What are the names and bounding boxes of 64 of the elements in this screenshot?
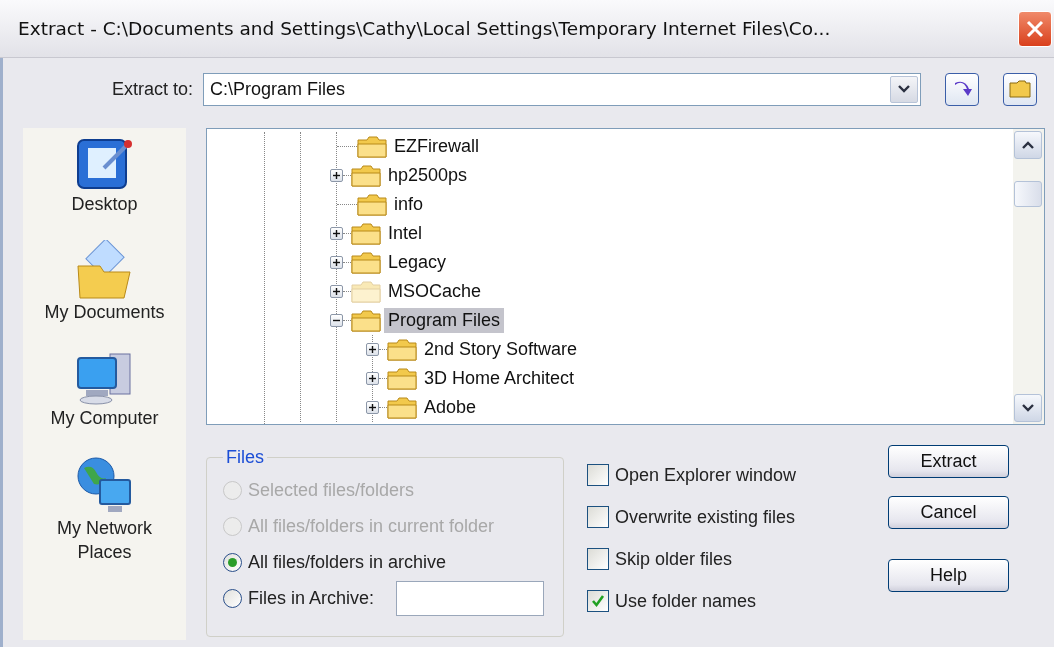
folder-button[interactable]: [1003, 72, 1037, 106]
window-title: Extract - C:\Documents and Settings\Cathy\Local Settings\Temporary Internet Files\Co...: [18, 18, 831, 39]
plus-icon: [332, 229, 341, 238]
close-icon: [1026, 19, 1044, 38]
radio-option[interactable]: All files/folders in archive: [223, 544, 549, 580]
checkbox-option[interactable]: Open Explorer window: [587, 454, 888, 496]
path-input[interactable]: C:\Program Files: [208, 77, 890, 101]
expand-button[interactable]: [330, 169, 343, 182]
curved-arrow-button[interactable]: [945, 72, 979, 106]
checkbox[interactable]: [587, 506, 609, 528]
folder-name[interactable]: Intel: [384, 221, 427, 246]
folder-name[interactable]: Legacy: [384, 250, 451, 275]
chevron-down-icon: [898, 85, 910, 93]
folder-name[interactable]: info: [390, 192, 428, 217]
plus-icon: [368, 403, 377, 412]
scroll-up-button[interactable]: [1014, 131, 1042, 159]
folder-name[interactable]: hp2500ps: [384, 163, 472, 188]
scroll-down-button[interactable]: [1014, 394, 1042, 422]
checkbox-option[interactable]: Use folder names: [587, 580, 888, 622]
place-shortcut[interactable]: My Computer: [29, 348, 180, 430]
path-combo-box[interactable]: C:\Program Files: [203, 72, 921, 106]
place-shortcut[interactable]: My Network Places: [29, 454, 180, 564]
expand-button[interactable]: [330, 227, 343, 240]
plus-icon: [332, 258, 341, 267]
chevron-down-icon: [1022, 404, 1034, 412]
checkbox-option[interactable]: Overwrite existing files: [587, 496, 888, 538]
collapse-button[interactable]: [330, 314, 343, 327]
checkbox[interactable]: [587, 590, 609, 612]
expand-button[interactable]: [330, 256, 343, 269]
field-label: Extract to:: [110, 78, 193, 100]
plus-icon: [332, 287, 341, 296]
close-button[interactable]: [1018, 10, 1052, 47]
dropdown-button[interactable]: [890, 75, 918, 103]
plus-icon: [368, 374, 377, 383]
checkbox[interactable]: [587, 464, 609, 486]
folder-name[interactable]: MSOCache: [384, 279, 486, 304]
expand-button[interactable]: [330, 285, 343, 298]
group-title: Files: [225, 447, 265, 468]
radio-button[interactable]: [223, 552, 242, 572]
chevron-up-icon: [1022, 141, 1034, 149]
folder-name[interactable]: EZFirewall: [390, 134, 483, 159]
folder-name[interactable]: Program Files: [384, 308, 505, 333]
plus-icon: [368, 345, 377, 354]
dialog-button[interactable]: Extract: [888, 445, 1009, 478]
check-icon: [591, 594, 605, 608]
folder-name[interactable]: 3D Home Architect: [420, 366, 579, 391]
scroll-thumb[interactable]: [1014, 181, 1042, 207]
folder-name[interactable]: 2nd Story Software: [420, 337, 582, 362]
dialog-button[interactable]: Cancel: [888, 496, 1009, 529]
radio-button[interactable]: [223, 588, 242, 608]
dialog-button[interactable]: Help: [888, 559, 1009, 592]
input-field[interactable]: [396, 580, 545, 616]
scrollbar[interactable]: [1013, 129, 1044, 424]
expand-button[interactable]: [366, 372, 379, 385]
radio-option[interactable]: Files in Archive:: [223, 580, 549, 616]
folder-icon: [1009, 80, 1031, 98]
checkbox-option[interactable]: Skip older files: [587, 538, 888, 580]
place-shortcut[interactable]: My Documents: [29, 240, 180, 324]
checkbox[interactable]: [587, 548, 609, 570]
plus-icon: [332, 171, 341, 180]
folder-name[interactable]: Adobe: [420, 395, 481, 420]
expand-button[interactable]: [366, 343, 379, 356]
expand-button[interactable]: [366, 401, 379, 414]
place-shortcut[interactable]: Desktop: [29, 134, 180, 216]
